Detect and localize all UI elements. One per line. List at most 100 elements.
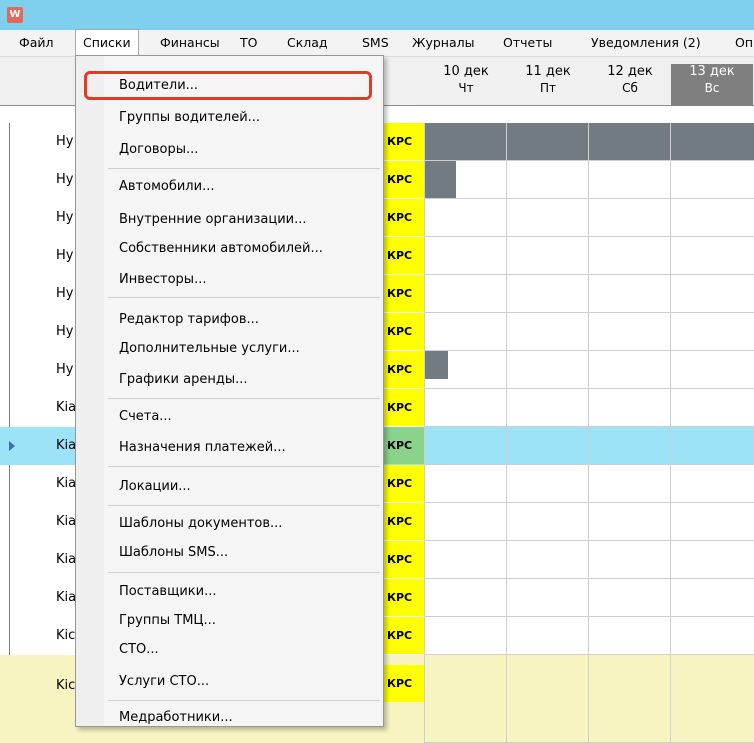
schedule-cell[interactable] [424, 617, 506, 655]
menu-item-accounts[interactable]: Счета... [119, 406, 172, 428]
lists-dropdown-menu: Водители... Группы водителей... Договоры… [75, 55, 384, 727]
schedule-cell[interactable] [506, 655, 588, 743]
schedule-cell[interactable] [588, 465, 670, 503]
menu-maintenance[interactable]: ТО [240, 30, 257, 56]
day-header[interactable]: 12 дек Сб [589, 64, 671, 106]
schedule-cell[interactable] [424, 541, 506, 579]
schedule-cell[interactable] [588, 389, 670, 427]
menu-item-rental-schedules[interactable]: Графики аренды... [119, 369, 248, 391]
menu-item-service-stations[interactable]: СТО... [119, 639, 159, 661]
schedule-cell[interactable] [588, 541, 670, 579]
menu-warehouse[interactable]: Склад [287, 30, 328, 56]
day-header[interactable]: 13 дек Вс [671, 64, 753, 106]
schedule-cell[interactable] [670, 389, 754, 427]
schedule-cell[interactable] [424, 123, 506, 161]
schedule-cell[interactable] [588, 313, 670, 351]
schedule-cell[interactable] [670, 427, 754, 465]
menu-finance[interactable]: Финансы [160, 30, 220, 56]
schedule-cell[interactable] [670, 465, 754, 503]
menu-item-document-templates[interactable]: Шаблоны документов... [119, 513, 282, 535]
rental-block[interactable] [425, 351, 448, 379]
schedule-cell[interactable] [588, 161, 670, 199]
menu-item-medical-workers[interactable]: Медработники... [119, 707, 233, 729]
menu-item-payment-purposes[interactable]: Назначения платежей... [119, 437, 286, 459]
schedule-cell[interactable] [506, 351, 588, 389]
schedule-cell[interactable] [588, 237, 670, 275]
vehicle-name: Ну [56, 210, 74, 225]
menu-item-sms-templates[interactable]: Шаблоны SMS... [119, 542, 228, 564]
menu-options[interactable]: Оп [735, 30, 753, 56]
schedule-cell[interactable] [670, 199, 754, 237]
schedule-cell[interactable] [506, 123, 588, 161]
schedule-cell[interactable] [670, 541, 754, 579]
menu-reports[interactable]: Отчеты [503, 30, 552, 56]
schedule-cell[interactable] [506, 199, 588, 237]
schedule-cell[interactable] [588, 655, 670, 743]
schedule-cell[interactable] [424, 389, 506, 427]
schedule-cell[interactable] [588, 617, 670, 655]
day-weekday: Пт [539, 81, 556, 95]
menu-item-locations[interactable]: Локации... [119, 476, 191, 498]
schedule-cell[interactable] [506, 161, 588, 199]
schedule-cell[interactable] [424, 351, 506, 389]
menu-item-vehicle-owners[interactable]: Собственники автомобилей... [119, 238, 323, 260]
schedule-cell[interactable] [670, 503, 754, 541]
schedule-cell[interactable] [424, 465, 506, 503]
menu-file[interactable]: Файл [19, 30, 54, 56]
menu-item-contracts[interactable]: Договоры... [119, 139, 198, 161]
schedule-cell[interactable] [506, 503, 588, 541]
schedule-cell[interactable] [424, 579, 506, 617]
schedule-cell[interactable] [506, 541, 588, 579]
schedule-cell[interactable] [506, 617, 588, 655]
schedule-cell[interactable] [670, 161, 754, 199]
menu-item-additional-services[interactable]: Дополнительные услуги... [119, 338, 300, 360]
schedule-cell[interactable] [670, 579, 754, 617]
schedule-cell[interactable] [670, 351, 754, 389]
schedule-cell[interactable] [506, 313, 588, 351]
menu-item-tariff-editor[interactable]: Редактор тарифов... [119, 309, 259, 331]
schedule-cell[interactable] [506, 465, 588, 503]
schedule-cell[interactable] [506, 427, 588, 465]
day-header[interactable]: 10 дек Чт [425, 64, 507, 106]
schedule-cell[interactable] [588, 503, 670, 541]
menu-journals[interactable]: Журналы [412, 30, 475, 56]
menu-item-vehicles[interactable]: Автомобили... [119, 176, 214, 198]
menu-item-investors[interactable]: Инвесторы... [119, 269, 206, 291]
schedule-cell[interactable] [670, 123, 754, 161]
schedule-cell[interactable] [588, 351, 670, 389]
schedule-cell[interactable] [588, 123, 670, 161]
schedule-cell[interactable] [588, 579, 670, 617]
schedule-cell[interactable] [588, 275, 670, 313]
schedule-cell[interactable] [424, 655, 506, 743]
schedule-cell[interactable] [424, 503, 506, 541]
schedule-cell[interactable] [588, 427, 670, 465]
schedule-cell[interactable] [506, 579, 588, 617]
rental-block[interactable] [425, 161, 456, 198]
schedule-cell[interactable] [670, 237, 754, 275]
schedule-cell[interactable] [424, 275, 506, 313]
schedule-cell[interactable] [424, 237, 506, 275]
menu-item-suppliers[interactable]: Поставщики... [119, 581, 216, 603]
vehicle-name: Kic [56, 628, 76, 643]
day-header[interactable]: 11 дек Пт [507, 64, 589, 106]
schedule-cell[interactable] [670, 617, 754, 655]
menu-notifications[interactable]: Уведомления (2) [591, 30, 701, 56]
menu-item-internal-orgs[interactable]: Внутренние организации... [119, 209, 306, 231]
schedule-cell[interactable] [424, 313, 506, 351]
menu-item-inventory-groups[interactable]: Группы ТМЦ... [119, 610, 216, 632]
schedule-cell[interactable] [424, 199, 506, 237]
schedule-cell[interactable] [670, 275, 754, 313]
menu-sms[interactable]: SMS [362, 30, 389, 56]
schedule-cell[interactable] [588, 199, 670, 237]
schedule-cell[interactable] [506, 275, 588, 313]
menu-item-station-services[interactable]: Услуги СТО... [119, 671, 209, 693]
schedule-cell[interactable] [424, 161, 506, 199]
schedule-cell[interactable] [424, 427, 506, 465]
schedule-cell[interactable] [670, 313, 754, 351]
schedule-cell[interactable] [670, 655, 754, 743]
menu-item-driver-groups[interactable]: Группы водителей... [119, 107, 260, 129]
menu-lists[interactable]: Списки [75, 29, 139, 55]
status-badge: КРС [382, 351, 424, 388]
schedule-cell[interactable] [506, 237, 588, 275]
schedule-cell[interactable] [506, 389, 588, 427]
